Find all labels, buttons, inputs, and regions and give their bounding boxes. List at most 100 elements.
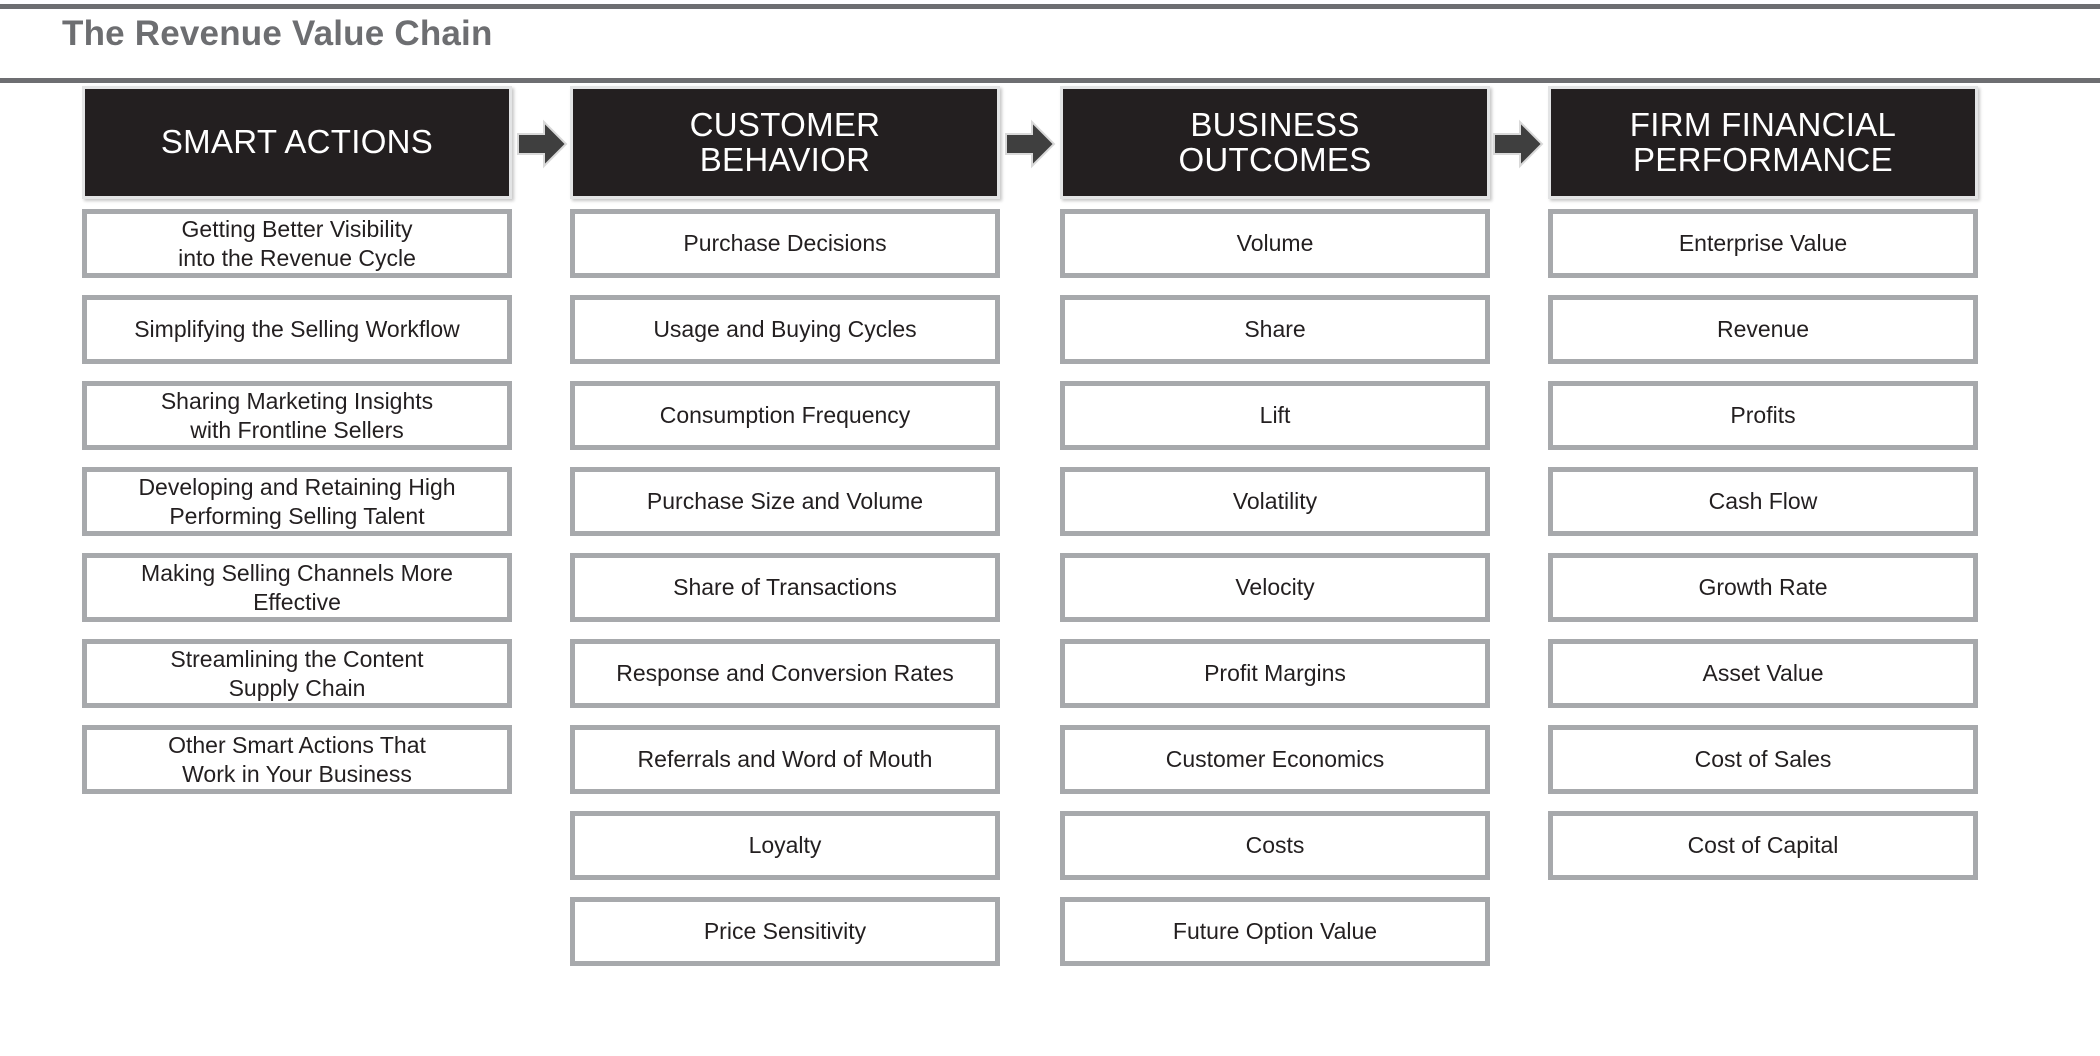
chain-item-label: Response and Conversion Rates [616, 659, 954, 687]
chain-item[interactable]: Asset Value [1548, 639, 1978, 708]
title-band: The Revenue Value Chain [0, 0, 2100, 86]
title-bottom-rule [0, 78, 2100, 83]
chain-item[interactable]: Cost of Sales [1548, 725, 1978, 794]
chain-item-line: Share [1244, 316, 1306, 343]
chain-item-line: Response and Conversion Rates [616, 660, 954, 687]
chain-item-label: Other Smart Actions That Work in Your Bus… [168, 731, 426, 787]
chain-item-label: Asset Value [1702, 659, 1823, 687]
chain-item-line: Growth Rate [1698, 574, 1828, 601]
chain-item-label: Profit Margins [1204, 659, 1346, 687]
chain-item-line: Customer Economics [1165, 746, 1385, 773]
column-header-line: BEHAVIOR [699, 140, 871, 178]
title-top-rule [0, 4, 2100, 9]
column-header-firm-financial-performance[interactable]: FIRM FINANCIAL PERFORMANCE [1548, 86, 1978, 199]
column-business-outcomes: BUSINESS OUTCOMES Volume Share Lift Volatilit… [1060, 86, 1490, 983]
chain-item-line: Purchase Size and Volume [646, 488, 924, 515]
chain-item[interactable]: Usage and Buying Cycles [570, 295, 1000, 364]
column-header-label: BUSINESS OUTCOMES [1178, 107, 1371, 177]
chain-item-line: Streamlining the Content [170, 646, 424, 673]
chain-item-label: Cost of Sales [1695, 745, 1832, 773]
arrow-business-outcomes-to-firm-financial-performance [1492, 119, 1544, 169]
column-smart-actions: SMART ACTIONS Getting Better Visibility in… [82, 86, 512, 811]
column-header-smart-actions[interactable]: SMART ACTIONS [82, 86, 512, 199]
chain-item-label: Share [1244, 315, 1305, 343]
chain-item-line: Referrals and Word of Mouth [637, 746, 933, 773]
chain-item[interactable]: Volatility [1060, 467, 1490, 536]
chain-item-line: Sharing Marketing Insights [160, 388, 434, 415]
chain-item[interactable]: Revenue [1548, 295, 1978, 364]
chain-item[interactable]: Future Option Value [1060, 897, 1490, 966]
chain-item-label: Developing and Retaining High Performing … [138, 473, 455, 529]
value-chain-diagram: SMART ACTIONS Getting Better Visibility in… [0, 86, 2100, 1056]
chain-item-line: Making Selling Channels More [141, 560, 453, 587]
chain-item[interactable]: Loyalty [570, 811, 1000, 880]
chain-item-line: Getting Better Visibility [181, 216, 413, 243]
chain-item[interactable]: Velocity [1060, 553, 1490, 622]
column-header-label: SMART ACTIONS [161, 125, 433, 160]
chain-item[interactable]: Simplifying the Selling Workflow [82, 295, 512, 364]
chain-item-line: Cost of Capital [1687, 832, 1839, 859]
chain-item[interactable]: Volume [1060, 209, 1490, 278]
chain-item-line: Velocity [1235, 574, 1315, 601]
chain-item-line: Future Option Value [1172, 918, 1378, 945]
chain-item[interactable]: Share of Transactions [570, 553, 1000, 622]
right-arrow-icon [516, 119, 568, 169]
chain-item[interactable]: Referrals and Word of Mouth [570, 725, 1000, 794]
chain-item[interactable]: Profits [1548, 381, 1978, 450]
chain-item[interactable]: Lift [1060, 381, 1490, 450]
chain-item-line: Cash Flow [1708, 488, 1818, 515]
chain-item[interactable]: Making Selling Channels More Effective [82, 553, 512, 622]
chain-item[interactable]: Cash Flow [1548, 467, 1978, 536]
chain-item[interactable]: Costs [1060, 811, 1490, 880]
chain-item-label: Sharing Marketing Insights with Frontline… [161, 387, 433, 443]
column-header-line: FIRM FINANCIAL [1629, 105, 1897, 143]
chain-item-label: Customer Economics [1166, 745, 1385, 773]
chain-item[interactable]: Customer Economics [1060, 725, 1490, 794]
chain-item[interactable]: Growth Rate [1548, 553, 1978, 622]
chain-item-line: Profits [1730, 402, 1796, 429]
chain-item[interactable]: Purchase Size and Volume [570, 467, 1000, 536]
arrow-smart-actions-to-customer-behavior [516, 119, 568, 169]
chain-item[interactable]: Sharing Marketing Insights with Frontline… [82, 381, 512, 450]
chain-item-label: Growth Rate [1698, 573, 1827, 601]
chain-item-line: Performing Selling Talent [169, 502, 425, 529]
chain-item[interactable]: Enterprise Value [1548, 209, 1978, 278]
chain-item[interactable]: Profit Margins [1060, 639, 1490, 708]
column-header-label: FIRM FINANCIAL PERFORMANCE [1629, 105, 1897, 177]
arrow-customer-behavior-to-business-outcomes [1004, 119, 1056, 169]
chain-item-label: Streamlining the Content Supply Chain [170, 645, 423, 701]
column-header-business-outcomes[interactable]: BUSINESS OUTCOMES [1060, 86, 1490, 199]
chain-item-label: Lift [1260, 401, 1291, 429]
chain-item-label: Velocity [1235, 573, 1314, 601]
column-header-line: SMART ACTIONS [160, 123, 434, 161]
chain-item[interactable]: Consumption Frequency [570, 381, 1000, 450]
chain-item-line: Loyalty [748, 832, 822, 859]
chain-item-label: Share of Transactions [673, 573, 897, 601]
chain-item[interactable]: Price Sensitivity [570, 897, 1000, 966]
chain-item-label: Price Sensitivity [704, 917, 866, 945]
column-header-customer-behavior[interactable]: CUSTOMER BEHAVIOR [570, 86, 1000, 199]
chain-item[interactable]: Getting Better Visibility into the Revenu… [82, 209, 512, 278]
chain-item-line: Volatility [1232, 488, 1318, 515]
chain-item-line: Supply Chain [228, 674, 366, 701]
chain-item-line: Effective [253, 588, 341, 615]
column-header-line: CUSTOMER [689, 105, 881, 143]
chain-item[interactable]: Cost of Capital [1548, 811, 1978, 880]
chain-item-label: Volume [1237, 229, 1314, 257]
chain-item[interactable]: Purchase Decisions [570, 209, 1000, 278]
chain-item-label: Usage and Buying Cycles [653, 315, 916, 343]
chain-item[interactable]: Share [1060, 295, 1490, 364]
chain-item-line: Simplifying the Selling Workflow [134, 316, 460, 343]
column-firm-financial-performance: FIRM FINANCIAL PERFORMANCE Enterprise Valu… [1548, 86, 1978, 897]
chain-item[interactable]: Other Smart Actions That Work in Your Bus… [82, 725, 512, 794]
chain-item-label: Simplifying the Selling Workflow [134, 315, 460, 343]
chain-item-line: Volume [1236, 230, 1314, 257]
chain-item-label: Future Option Value [1173, 917, 1377, 945]
chain-item[interactable]: Developing and Retaining High Performing … [82, 467, 512, 536]
chain-item-line: Asset Value [1702, 660, 1824, 687]
chain-item-label: Making Selling Channels More Effective [141, 559, 453, 615]
chain-item[interactable]: Streamlining the Content Supply Chain [82, 639, 512, 708]
chain-item[interactable]: Response and Conversion Rates [570, 639, 1000, 708]
chain-item-line: Work in Your Business [182, 760, 412, 787]
chain-item-line: Lift [1259, 402, 1291, 429]
